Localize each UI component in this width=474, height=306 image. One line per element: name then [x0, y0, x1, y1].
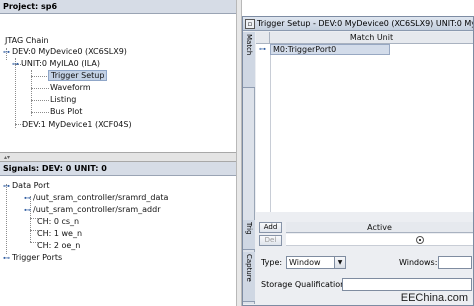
window-title-bar[interactable]: ▫ Trigger Setup - DEV:0 MyDevice0 (XC6SL… — [243, 17, 473, 31]
tree-item-bus-plot[interactable]: Bus Plot — [48, 106, 84, 117]
type-select[interactable]: Window ▼ — [286, 256, 346, 269]
active-cell — [286, 234, 473, 246]
project-pane: Project: sp6 JTAG Chain ⊶ DEV:0 MyDevice0… — [0, 0, 236, 152]
tree-item-label: DEV:0 MyDevice0 (XC6SLX9) — [12, 47, 127, 56]
signals-pane: Signals: DEV: 0 UNIT: 0 ⊶ Data Port ⊷/uut… — [0, 162, 236, 306]
tree-item-label: DEV:1 MyDevice1 (XCF04S) — [22, 120, 132, 129]
tree-line — [31, 100, 49, 101]
tree-line — [31, 76, 49, 77]
tree-item-label: Trigger Ports — [12, 253, 63, 262]
tab-trig[interactable]: Trig — [243, 220, 255, 250]
tree-item-label: /uut_sram_controller/sram_addr — [33, 205, 161, 214]
tree-item-label: Data Port — [12, 181, 50, 190]
tree-item-label: Waveform — [50, 83, 91, 92]
tree-item-we-n[interactable]: CH: 1 we_n — [35, 228, 84, 239]
tab-match[interactable]: Match — [243, 32, 255, 88]
tree-item-label: JTAG Chain — [5, 36, 49, 45]
expand-handle-icon[interactable]: ⊶ — [3, 181, 10, 192]
tree-item-cs-n[interactable]: CH: 0 cs_n — [35, 216, 81, 227]
tree-item-label: Listing — [50, 95, 77, 104]
tree-item-label: CH: 0 cs_n — [37, 217, 80, 226]
collapse-handle-icon[interactable]: ⊷ — [24, 205, 31, 216]
active-column-header: Active — [286, 222, 473, 233]
storage-qualification-label: Storage Qualification: — [261, 280, 348, 289]
expand-handle-icon[interactable]: ⊶ — [12, 59, 19, 70]
tree-item-sram-addr[interactable]: ⊷/uut_sram_controller/sram_addr — [24, 204, 162, 215]
tree-item-listing[interactable]: Listing — [48, 94, 78, 105]
tree-item-jtag-chain[interactable]: JTAG Chain — [3, 35, 51, 46]
expand-handle-icon[interactable]: ⊶ — [259, 44, 266, 55]
tree-item-label: CH: 2 oe_n — [37, 241, 81, 250]
window-title: Trigger Setup - DEV:0 MyDevice0 (XC6SLX9… — [257, 19, 473, 28]
match-table: Match Unit ⊶ M0:TriggerPort0 — [256, 32, 473, 212]
tree-item-label: /uut_sram_controller/sramrd_data — [33, 193, 169, 202]
collapse-handle-icon[interactable]: ⊷ — [24, 193, 31, 204]
watermark-text: EEChina.com — [400, 292, 468, 304]
type-label: Type: — [261, 258, 283, 267]
tab-capture[interactable]: Capture — [243, 252, 255, 302]
tree-item-trigger-ports[interactable]: ⊷ Trigger Ports — [3, 252, 64, 263]
tab-trig-label: Trig — [245, 222, 253, 235]
match-unit-name: M0:TriggerPort0 — [270, 44, 390, 55]
storage-qualification-field[interactable] — [342, 278, 472, 291]
tree-item-unit0[interactable]: ⊶ UNIT:0 MyILA0 (ILA) — [12, 58, 102, 69]
del-button[interactable]: Del — [259, 235, 282, 246]
windows-label: Windows: — [399, 258, 438, 267]
signals-header: Signals: DEV: 0 UNIT: 0 — [0, 162, 236, 176]
windows-input[interactable] — [438, 256, 472, 269]
grid-line — [270, 44, 271, 212]
trigger-setup-window: ▫ Trigger Setup - DEV:0 MyDevice0 (XC6SL… — [242, 16, 474, 306]
tree-item-oe-n[interactable]: CH: 2 oe_n — [35, 240, 82, 251]
match-table-header: Match Unit — [256, 32, 473, 44]
trigger-conditions: Add Del Active — [256, 222, 473, 248]
tree-item-data-port[interactable]: ⊶ Data Port — [3, 180, 52, 191]
tree-item-label: CH: 1 we_n — [37, 229, 83, 238]
vertical-tab-strip: Match Trig Capture — [243, 32, 255, 304]
tree-line — [31, 112, 49, 113]
header-blank-cell — [256, 32, 270, 44]
window-menu-icon[interactable]: ▫ — [245, 19, 255, 29]
type-select-value: Window — [289, 258, 321, 267]
tab-capture-label: Capture — [245, 254, 253, 282]
tree-item-label: Bus Plot — [50, 107, 83, 116]
tree-item-trigger-setup[interactable]: Trigger Setup — [48, 70, 108, 81]
tree-line — [6, 184, 7, 254]
splitter-arrows-icon[interactable]: ▴▾ — [4, 154, 10, 162]
match-row-m0[interactable]: ⊶ M0:TriggerPort0 — [256, 44, 473, 55]
tree-item-label: UNIT:0 MyILA0 (ILA) — [21, 59, 100, 68]
pane-splitter[interactable]: ▴▾ — [0, 152, 236, 162]
tree-item-dev1[interactable]: DEV:1 MyDevice1 (XCF04S) — [20, 119, 134, 130]
project-header: Project: sp6 — [0, 0, 236, 14]
tree-item-label: Trigger Setup — [48, 70, 108, 81]
left-column: Project: sp6 JTAG Chain ⊶ DEV:0 MyDevice0… — [0, 0, 236, 306]
active-radio[interactable] — [416, 236, 424, 244]
tree-line — [31, 88, 49, 89]
chevron-down-icon[interactable]: ▼ — [334, 257, 345, 268]
collapse-handle-icon[interactable]: ⊷ — [3, 253, 10, 264]
tree-item-sramrd-data[interactable]: ⊷/uut_sram_controller/sramrd_data — [24, 192, 170, 203]
add-button[interactable]: Add — [259, 222, 282, 233]
match-unit-column-header[interactable]: Match Unit — [270, 32, 473, 44]
expand-handle-icon[interactable]: ⊶ — [3, 47, 10, 58]
tree-item-waveform[interactable]: Waveform — [48, 82, 93, 93]
tree-item-dev0[interactable]: ⊶ DEV:0 MyDevice0 (XC6SLX9) — [3, 46, 129, 57]
tab-match-label: Match — [245, 34, 253, 56]
